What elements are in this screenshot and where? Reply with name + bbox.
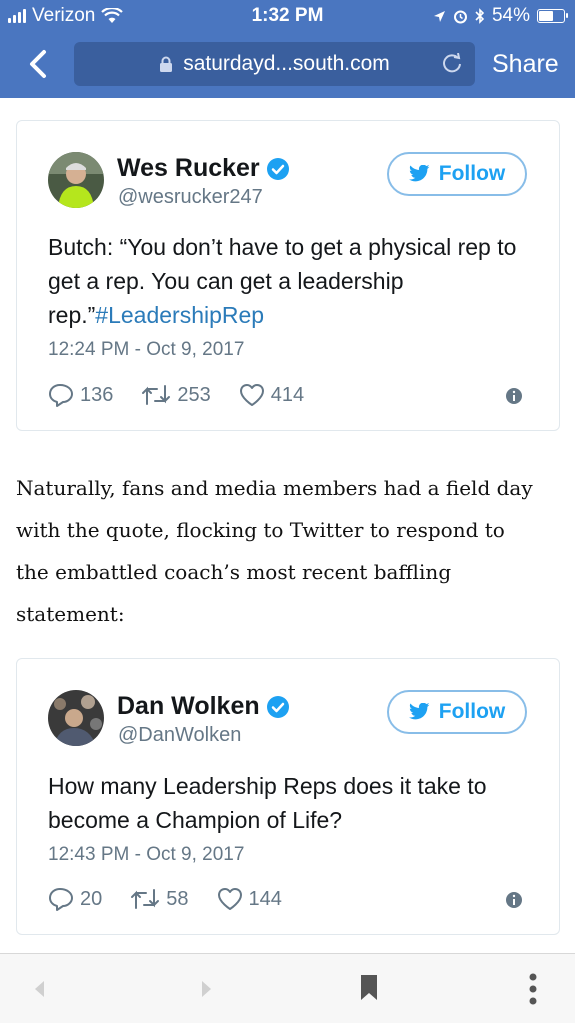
article-line: the embattled coach’s most recent baffli… <box>16 560 452 584</box>
like-action[interactable]: 144 <box>217 887 282 911</box>
retweet-icon <box>131 889 160 909</box>
battery-icon <box>537 9 568 23</box>
article-line: Naturally, fans and media members had a … <box>16 476 533 500</box>
reply-icon <box>49 888 73 911</box>
reply-action[interactable]: 20 <box>48 887 102 911</box>
follow-button[interactable]: Follow <box>387 152 527 196</box>
follow-button[interactable]: Follow <box>387 690 527 734</box>
twitter-bird-icon <box>408 703 430 720</box>
tweet-actions: 136 253 414 <box>48 383 304 407</box>
retweet-icon <box>142 385 171 405</box>
bluetooth-icon <box>475 8 485 24</box>
author-name[interactable]: Dan Wolken <box>117 692 290 721</box>
reply-action[interactable]: 136 <box>48 383 113 407</box>
article-line: with the quote, flocking to Twitter to r… <box>16 518 505 542</box>
info-icon[interactable] <box>505 891 523 909</box>
tweet-text: How many Leadership Reps does it take to… <box>48 773 487 833</box>
bookmark-icon[interactable] <box>359 974 379 1002</box>
browser-nav-bar: saturdayd...south.com Share <box>0 32 575 98</box>
avatar[interactable] <box>48 690 104 746</box>
lock-icon <box>160 56 173 72</box>
article-line: statement: <box>16 602 125 626</box>
tweet-text: Butch: “You don’t have to get a physical… <box>48 234 517 328</box>
like-icon <box>217 888 242 910</box>
tweet-timestamp[interactable]: 12:24 PM - Oct 9, 2017 <box>48 339 244 361</box>
battery-percent: 54% <box>491 5 530 26</box>
article-paragraph: Naturally, fans and media members had a … <box>16 467 561 635</box>
wifi-icon <box>101 8 124 23</box>
hashtag-link[interactable]: #LeadershipRep <box>95 302 264 328</box>
location-icon <box>433 10 445 22</box>
retweet-action[interactable]: 58 <box>130 888 189 911</box>
more-icon[interactable] <box>527 972 539 1006</box>
tweet-actions: 20 58 144 <box>48 887 282 911</box>
browser-toolbar <box>0 953 575 1023</box>
like-action[interactable]: 414 <box>239 383 304 407</box>
alarm-icon <box>453 10 467 23</box>
back-chevron-icon[interactable] <box>22 44 58 84</box>
status-bar: Verizon 1:32 PM 54% <box>0 0 575 32</box>
signal-icon <box>8 9 26 23</box>
verified-icon <box>266 157 289 180</box>
reload-icon[interactable] <box>441 53 463 75</box>
verified-icon <box>266 695 289 718</box>
info-icon[interactable] <box>505 387 523 405</box>
twitter-bird-icon <box>408 165 430 182</box>
like-icon <box>239 384 264 406</box>
retweet-action[interactable]: 253 <box>141 384 211 407</box>
share-button[interactable]: Share <box>492 50 559 79</box>
reply-icon <box>49 384 73 407</box>
avatar[interactable] <box>48 152 104 208</box>
carrier-label: Verizon <box>32 5 96 26</box>
author-handle[interactable]: @DanWolken <box>118 724 241 747</box>
author-handle[interactable]: @wesrucker247 <box>118 186 263 209</box>
address-bar[interactable]: saturdayd...south.com <box>74 42 475 86</box>
tweet-timestamp[interactable]: 12:43 PM - Oct 9, 2017 <box>48 844 244 866</box>
back-arrow-icon[interactable] <box>30 978 50 1000</box>
url-text: saturdayd...south.com <box>183 52 390 75</box>
forward-arrow-icon[interactable] <box>196 978 216 1000</box>
author-name[interactable]: Wes Rucker <box>117 154 290 183</box>
embedded-tweet[interactable]: Wes Rucker @wesrucker247 Follow Butch: “… <box>16 120 560 431</box>
embedded-tweet[interactable]: Dan Wolken @DanWolken Follow How many Le… <box>16 658 560 935</box>
